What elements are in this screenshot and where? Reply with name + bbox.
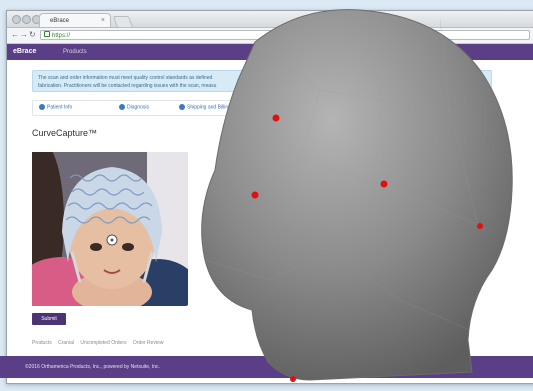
marker-dot [251,191,259,199]
marker-dot [290,376,296,382]
marker-dot [477,223,483,229]
marker-dot [272,114,280,122]
head-scan-model [201,9,513,382]
marker-dot [380,180,388,188]
head-model [201,9,513,381]
